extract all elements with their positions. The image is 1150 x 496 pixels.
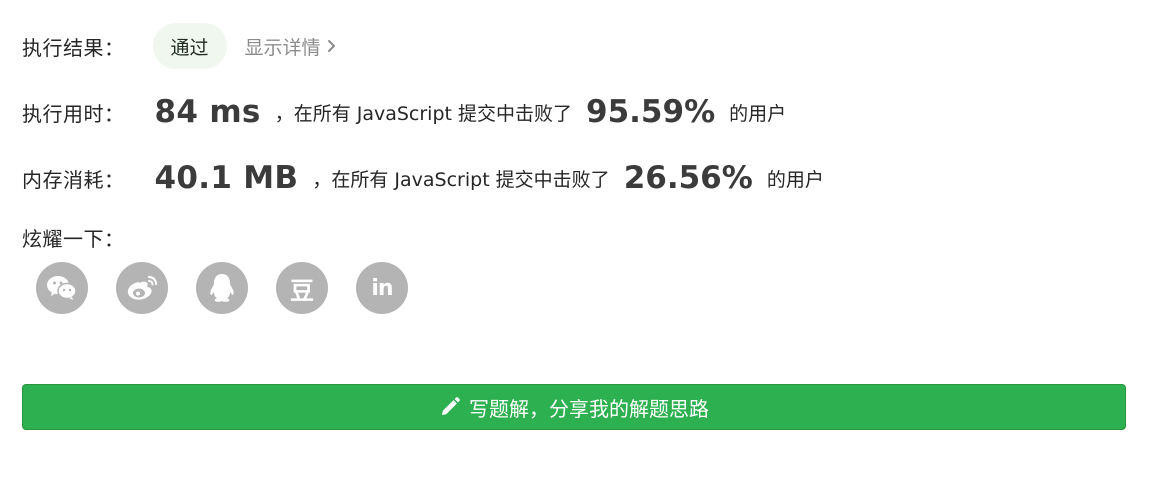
- runtime-value: 84 ms: [154, 94, 261, 130]
- linkedin-icon[interactable]: in: [356, 262, 408, 314]
- result-label: 执行结果：: [22, 35, 125, 60]
- pencil-icon: [439, 396, 461, 418]
- show-details-label: 显示详情: [244, 36, 321, 59]
- douban-icon[interactable]: 豆: [276, 262, 328, 314]
- runtime-percent: 95.59%: [586, 94, 716, 130]
- memory-middle-text: ，在所有 JavaScript 提交中击败了: [312, 168, 610, 191]
- weibo-icon[interactable]: [116, 262, 168, 314]
- memory-label: 内存消耗：: [22, 167, 125, 192]
- qq-icon[interactable]: [196, 262, 248, 314]
- share-icons: 豆 in: [36, 262, 436, 314]
- share-row: 炫耀一下：: [22, 222, 125, 252]
- result-row: 执行结果： 通过 显示详情: [22, 22, 336, 70]
- write-solution-label: 写题解，分享我的解题思路: [469, 396, 709, 421]
- runtime-row: 执行用时： 84 ms ，在所有 JavaScript 提交中击败了 95.59…: [22, 88, 786, 136]
- show-details-link[interactable]: 显示详情: [245, 33, 336, 60]
- memory-tail-text: 的用户: [766, 168, 824, 191]
- status-badge: 通过: [152, 23, 227, 69]
- write-solution-button[interactable]: 写题解，分享我的解题思路: [22, 384, 1126, 430]
- memory-value: 40.1 MB: [154, 160, 299, 196]
- wechat-icon[interactable]: [36, 262, 88, 314]
- share-label: 炫耀一下：: [22, 226, 125, 251]
- runtime-middle-text: ，在所有 JavaScript 提交中击败了: [274, 102, 573, 125]
- runtime-label: 执行用时：: [22, 101, 125, 126]
- memory-percent: 26.56%: [623, 160, 753, 196]
- runtime-tail-text: 的用户: [729, 102, 787, 125]
- chevron-right-icon: [327, 39, 336, 53]
- memory-row: 内存消耗： 40.1 MB ，在所有 JavaScript 提交中击败了 26.…: [22, 154, 824, 202]
